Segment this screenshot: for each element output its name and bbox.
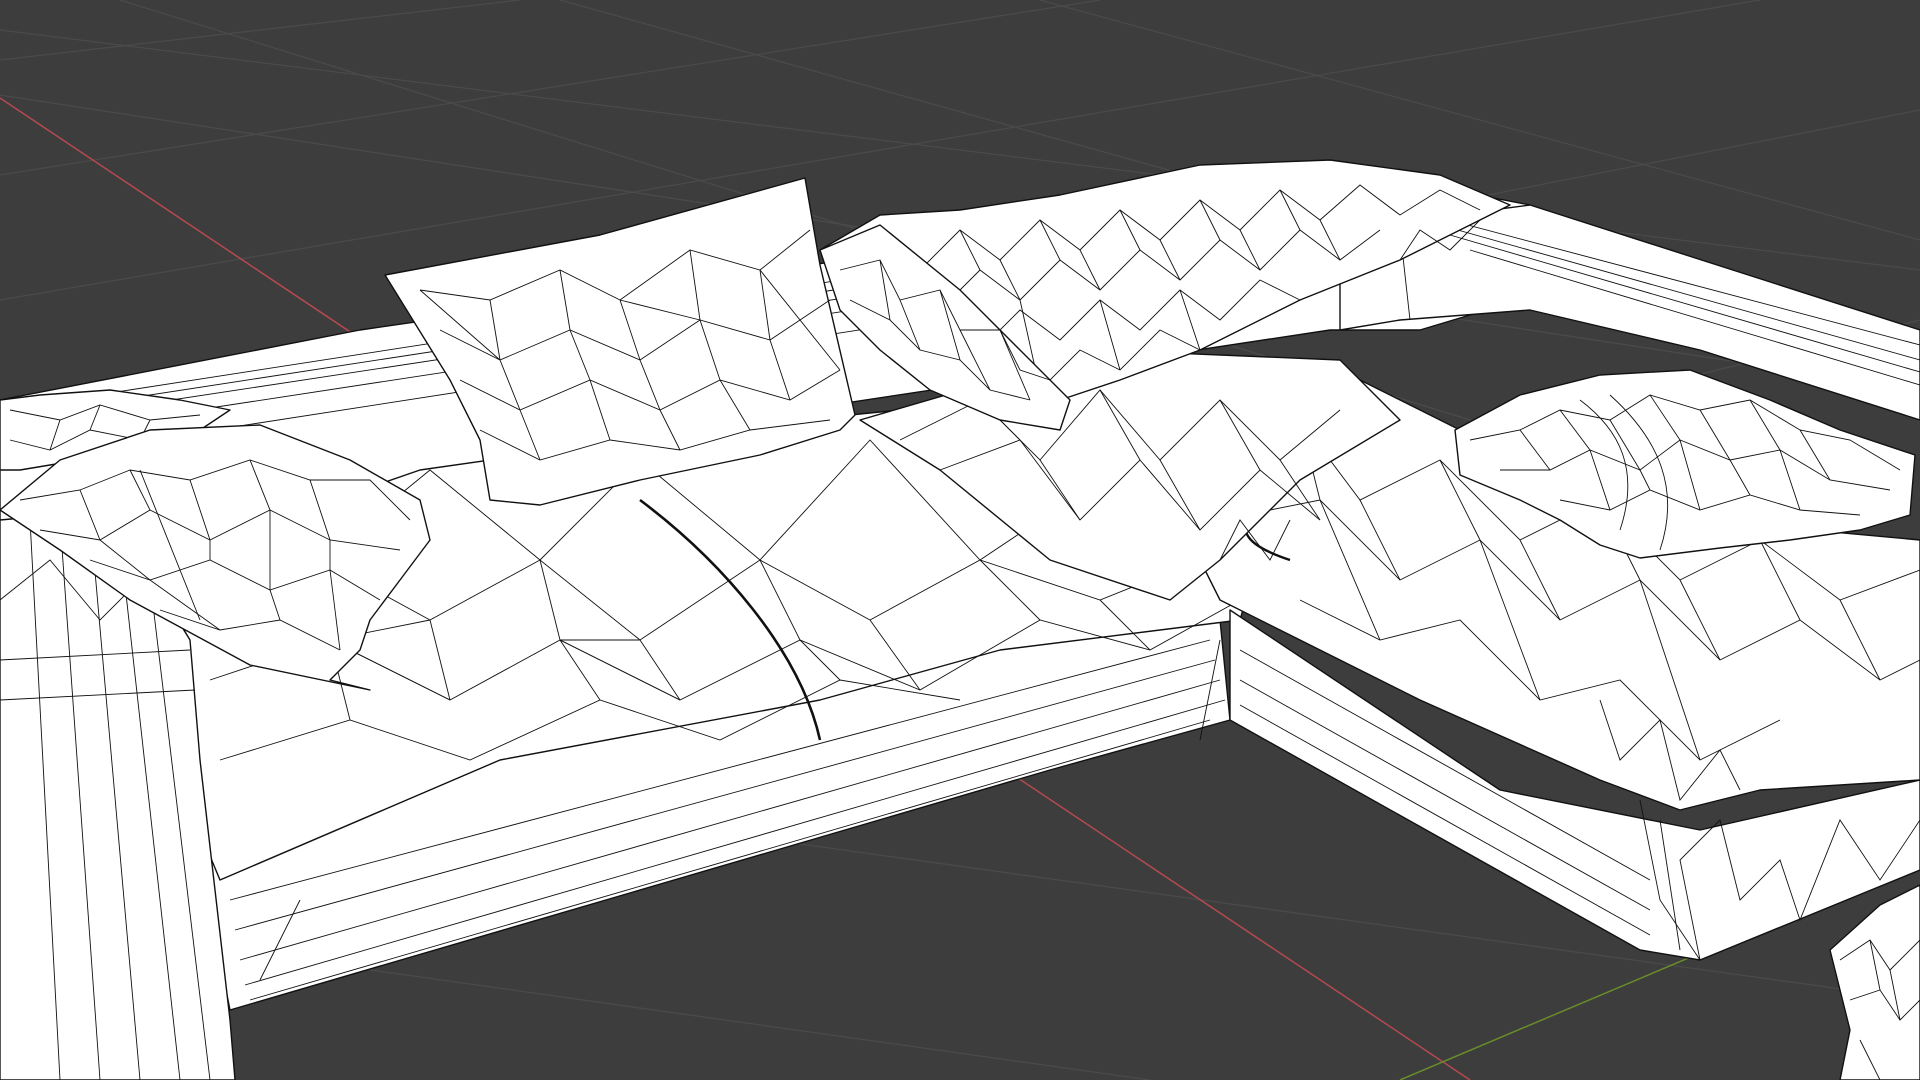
viewport-scene[interactable] xyxy=(0,0,1920,1080)
3d-viewport[interactable] xyxy=(0,0,1920,1080)
ottoman-partial[interactable] xyxy=(1829,884,1920,1080)
sofa-mesh[interactable] xyxy=(0,159,1920,1080)
